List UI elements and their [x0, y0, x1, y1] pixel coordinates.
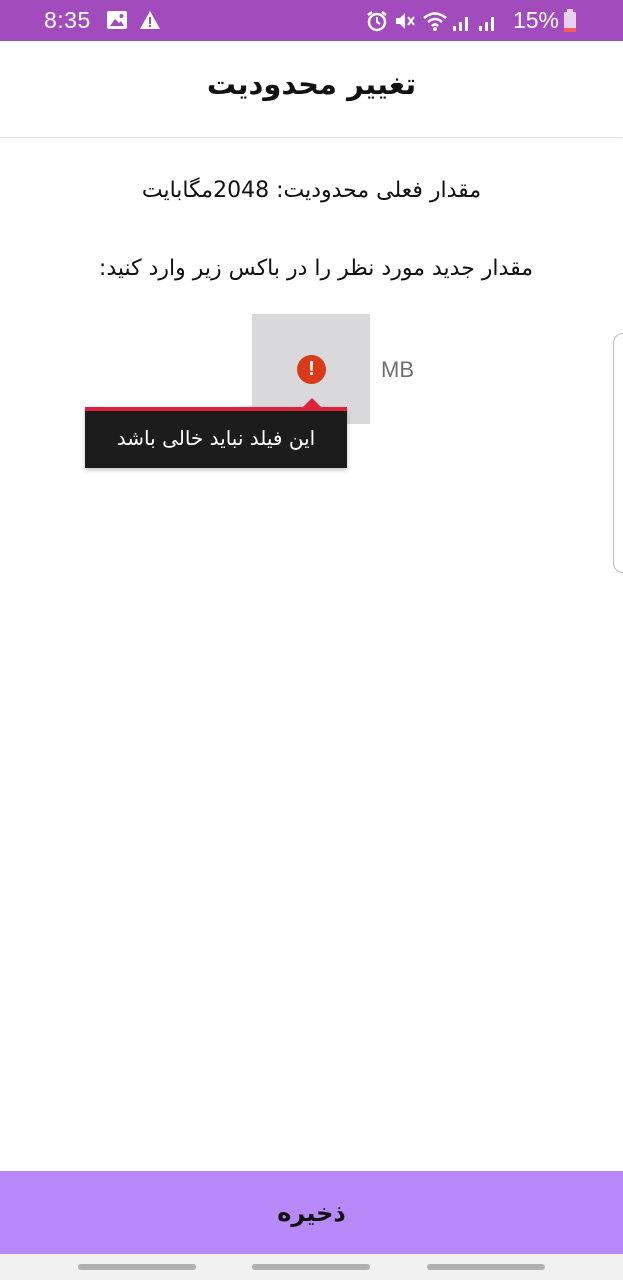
edge-panel-handle[interactable] — [613, 333, 623, 573]
wifi-icon — [422, 10, 448, 36]
current-limit-text: مقدار فعلی محدودیت: 2048مگابایت — [141, 178, 482, 203]
save-label: ذخیره — [277, 1198, 346, 1227]
mute-icon — [393, 10, 415, 36]
title-bar: تغییر محدودیت — [0, 41, 623, 138]
error-message: این فیلد نباید خالی باشد — [116, 426, 316, 450]
error-icon: ! — [297, 355, 326, 384]
signal-icon — [451, 10, 473, 36]
instruction-text: مقدار جدید مورد نظر را در باکس زیر وارد … — [98, 256, 533, 281]
nav-home-button[interactable] — [252, 1264, 370, 1270]
save-button[interactable]: ذخیره — [0, 1171, 623, 1254]
warning-icon — [139, 10, 161, 34]
nav-recents-button[interactable] — [78, 1264, 196, 1270]
signal-icon — [477, 10, 499, 36]
image-icon — [106, 10, 128, 34]
status-bar: 8:35 15% — [0, 0, 623, 41]
tooltip-arrow — [303, 398, 321, 407]
battery-percent: 15% — [512, 7, 559, 33]
alarm-icon — [366, 10, 388, 36]
nav-back-button[interactable] — [427, 1264, 545, 1270]
unit-label: MB — [381, 357, 414, 382]
battery-icon — [563, 9, 577, 37]
navigation-bar — [0, 1254, 623, 1280]
page-title: تغییر محدودیت — [206, 67, 417, 101]
status-time: 8:35 — [44, 7, 91, 33]
error-tooltip: این فیلد نباید خالی باشد — [85, 398, 347, 468]
